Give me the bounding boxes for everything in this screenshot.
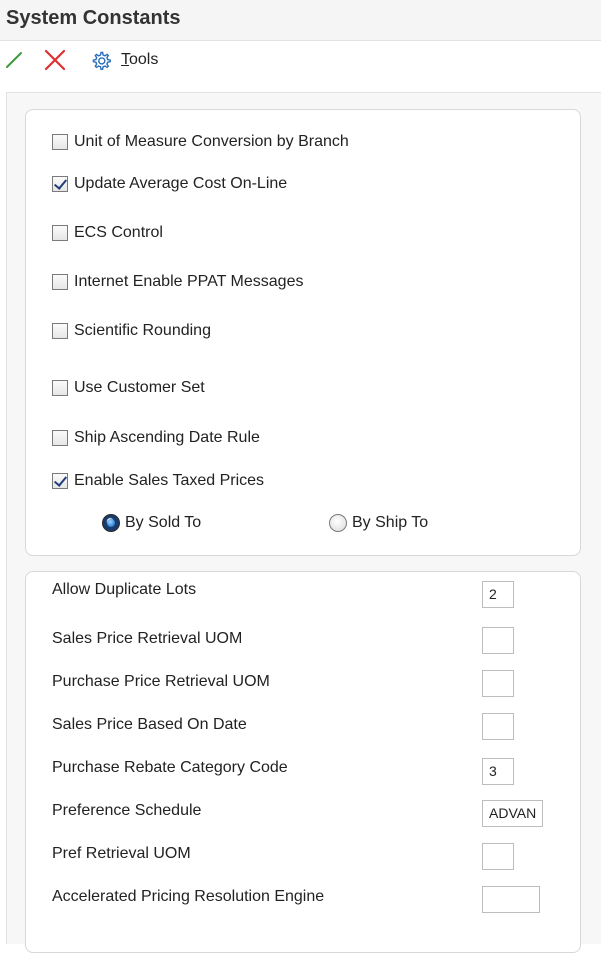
checkbox-label: Scientific Rounding	[74, 322, 211, 339]
checkbox-row[interactable]: Update Average Cost On-Line	[52, 173, 287, 195]
allow-duplicate-lots-input[interactable]: 2	[482, 581, 514, 608]
radio-by-ship-to[interactable]: By Ship To	[329, 512, 428, 534]
sales-price-retrieval-uom-input[interactable]	[482, 627, 514, 654]
field-label: Purchase Rebate Category Code	[52, 759, 288, 776]
checkbox[interactable]	[52, 134, 68, 150]
checkbox-row[interactable]: Internet Enable PPAT Messages	[52, 271, 303, 293]
radio-button[interactable]	[329, 514, 347, 532]
field-label: Purchase Price Retrieval UOM	[52, 673, 270, 690]
checkbox-label: ECS Control	[74, 224, 163, 241]
purchase-rebate-category-code-input[interactable]: 3	[482, 758, 514, 785]
toolbar: Tools	[0, 41, 601, 79]
checkbox[interactable]	[52, 176, 68, 192]
checkbox-row[interactable]: Enable Sales Taxed Prices	[52, 470, 264, 492]
checkbox-row[interactable]: Use Customer Set	[52, 377, 205, 399]
settings-panel: Allow Duplicate Lots 2 Sales Price Retri…	[25, 571, 581, 953]
tools-label-rest: ools	[129, 51, 159, 68]
pref-retrieval-uom-input[interactable]	[482, 843, 514, 870]
checkbox-label: Update Average Cost On-Line	[74, 175, 288, 192]
field-label: Sales Price Based On Date	[52, 716, 247, 733]
checkbox-row[interactable]: ECS Control	[52, 222, 163, 244]
checkbox-label: Unit of Measure Conversion by Branch	[74, 133, 349, 150]
tools-mnemonic: T	[121, 51, 129, 68]
checkbox[interactable]	[52, 473, 68, 489]
checkbox[interactable]	[52, 430, 68, 446]
checkbox-label: Use Customer Set	[74, 379, 205, 396]
radio-label: By Sold To	[125, 514, 202, 531]
gear-icon[interactable]	[90, 50, 112, 77]
checkbox-label: Enable Sales Taxed Prices	[74, 472, 265, 489]
tools-menu[interactable]: Tools	[121, 51, 158, 69]
field-label: Sales Price Retrieval UOM	[52, 630, 243, 647]
field-label: Accelerated Pricing Resolution Engine	[52, 888, 325, 905]
field-label: Pref Retrieval UOM	[52, 845, 191, 862]
field-label: Allow Duplicate Lots	[52, 581, 197, 598]
checkbox[interactable]	[52, 225, 68, 241]
checkbox[interactable]	[52, 380, 68, 396]
radio-label: By Ship To	[352, 514, 429, 531]
radio-button[interactable]	[102, 514, 120, 532]
close-icon[interactable]	[43, 49, 67, 76]
accelerated-pricing-resolution-engine-input[interactable]	[482, 886, 540, 913]
checkbox-label: Ship Ascending Date Rule	[74, 429, 260, 446]
sales-price-based-on-date-input[interactable]	[482, 713, 514, 740]
form-content: Unit of Measure Conversion by Branch Upd…	[6, 92, 601, 953]
checkbox[interactable]	[52, 274, 68, 290]
checkmark-icon[interactable]	[4, 49, 24, 76]
title-bar: System Constants	[0, 0, 601, 41]
checkbox-row[interactable]: Scientific Rounding	[52, 320, 211, 342]
purchase-price-retrieval-uom-input[interactable]	[482, 670, 514, 697]
options-panel: Unit of Measure Conversion by Branch Upd…	[25, 109, 581, 556]
checkbox[interactable]	[52, 323, 68, 339]
checkbox-row[interactable]: Ship Ascending Date Rule	[52, 427, 260, 449]
radio-by-sold-to[interactable]: By Sold To	[102, 512, 201, 534]
checkbox-label: Internet Enable PPAT Messages	[74, 273, 304, 290]
page-title: System Constants	[6, 7, 181, 29]
field-label: Preference Schedule	[52, 802, 202, 819]
checkbox-row[interactable]: Unit of Measure Conversion by Branch	[52, 131, 349, 153]
preference-schedule-input[interactable]: ADVAN	[482, 800, 543, 827]
